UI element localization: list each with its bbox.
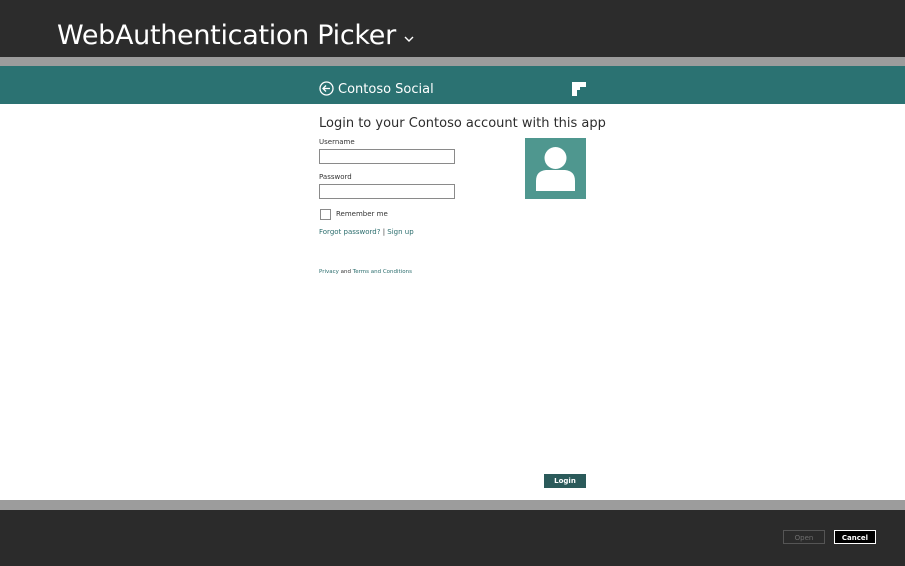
login-heading: Login to your Contoso account with this … — [319, 116, 606, 131]
contoso-logo-icon — [572, 82, 586, 96]
user-avatar-icon — [525, 138, 586, 199]
and-text: and — [340, 269, 352, 275]
legal-links: Privacy and Terms and Conditions — [319, 269, 412, 275]
account-links: Forgot password? | Sign up — [319, 228, 414, 236]
chevron-down-icon[interactable] — [404, 19, 414, 50]
bottom-divider-strip — [0, 500, 905, 510]
picker-bottom-bar — [0, 510, 905, 566]
open-button[interactable]: Open — [783, 530, 825, 544]
username-input[interactable] — [319, 149, 455, 164]
privacy-link[interactable]: Privacy — [319, 269, 339, 275]
links-separator: | — [382, 228, 386, 236]
remember-me-checkbox[interactable] — [320, 209, 331, 220]
sign-up-link[interactable]: Sign up — [387, 228, 413, 236]
password-label: Password — [319, 173, 352, 181]
login-button[interactable]: Login — [544, 474, 586, 488]
app-header-bar — [0, 66, 905, 104]
web-auth-picker-window: WebAuthentication Picker Contoso Social … — [0, 0, 905, 566]
picker-title-dropdown[interactable]: WebAuthentication Picker — [57, 20, 414, 52]
remember-me-label: Remember me — [336, 210, 388, 218]
app-title: Contoso Social — [338, 82, 434, 97]
picker-title-text: WebAuthentication Picker — [57, 20, 396, 51]
forgot-password-link[interactable]: Forgot password? — [319, 228, 380, 236]
terms-link[interactable]: Terms and Conditions — [353, 269, 412, 275]
top-divider-strip — [0, 57, 905, 66]
cancel-button[interactable]: Cancel — [834, 530, 876, 544]
password-input[interactable] — [319, 184, 455, 199]
back-arrow-circle-icon[interactable] — [319, 81, 334, 96]
username-label: Username — [319, 138, 355, 146]
